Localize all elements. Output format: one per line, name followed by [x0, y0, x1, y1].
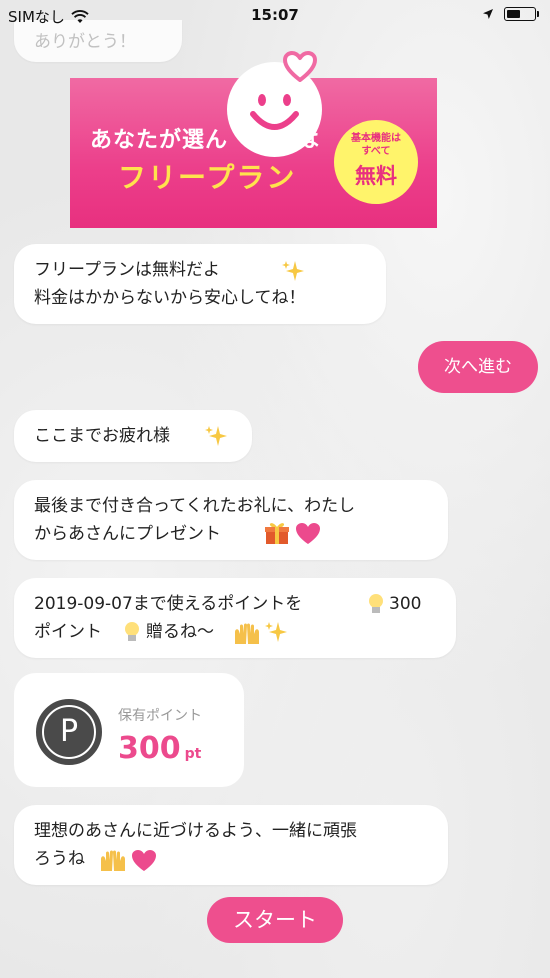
points-unit: pt	[184, 746, 202, 762]
chat-bubble-points-gift: 2019-09-07まで使えるポイントを 300 ポイント 贈るね〜	[14, 578, 456, 658]
points-label: 保有ポイント	[118, 708, 202, 724]
raised-hands-icon	[101, 850, 125, 871]
chat-bubble-present: 最後まで付き合ってくれたお礼に、わたし からあさんにプレゼント	[14, 480, 448, 560]
status-bar: SIMなし 15:07	[0, 0, 550, 32]
heart-icon	[296, 523, 320, 544]
sparkles-icon	[265, 622, 287, 642]
points-number: 300	[118, 731, 181, 766]
points-card: P 保有ポイント 300 pt	[14, 673, 244, 787]
battery-fill	[507, 10, 520, 18]
heart-outline-icon	[283, 51, 317, 82]
message-text-line2: ポイント	[34, 622, 102, 642]
badge-free-text: 無料	[355, 164, 397, 188]
status-time: 15:07	[251, 6, 299, 24]
points-value: 300 pt	[118, 731, 201, 766]
lightbulb-icon	[125, 622, 139, 641]
next-button[interactable]: 次へ進む	[418, 341, 538, 393]
message-text-line2b: 贈るね〜	[146, 622, 214, 642]
message-text: フリープランは無料だよ 料金はかからないから安心してね！	[34, 260, 306, 308]
points-icon-letter: P	[59, 714, 79, 749]
points-p-icon: P	[36, 699, 102, 765]
location-arrow-icon	[483, 9, 493, 19]
message-text: 理想のあさんに近づけるよう、一緒に頑張 ろうね	[34, 821, 357, 869]
free-badge: 基本機能は すべて 無料	[334, 120, 418, 204]
chat-bubble-closing: 理想のあさんに近づけるよう、一緒に頑張 ろうね	[14, 805, 448, 885]
lightbulb-icon	[369, 594, 383, 613]
status-right	[482, 7, 539, 21]
gift-points-amount: 300	[389, 594, 422, 614]
message-text: ここまでお疲れ様	[34, 426, 170, 446]
start-button[interactable]: スタート	[207, 897, 343, 943]
heart-icon	[132, 850, 156, 871]
sparkles-icon	[205, 426, 227, 446]
chat-bubble-free-plan: フリープランは無料だよ 料金はかからないから安心してね！	[14, 244, 386, 324]
badge-caption: 基本機能は すべて	[351, 133, 401, 157]
banner-plan-name: フリープラン	[118, 161, 297, 194]
sparkles-icon	[282, 261, 304, 281]
raised-hands-icon	[235, 623, 259, 644]
chat-bubble-thanks: ここまでお疲れ様	[14, 410, 252, 462]
gift-icon	[265, 523, 289, 544]
battery-icon	[504, 7, 539, 21]
message-text: 2019-09-07まで使えるポイントを	[34, 594, 303, 614]
